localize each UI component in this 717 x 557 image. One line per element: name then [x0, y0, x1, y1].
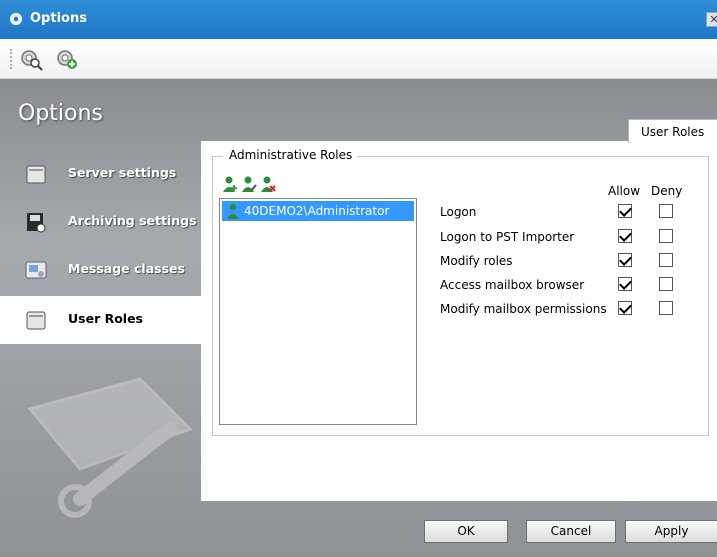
- permission-label: Logon: [440, 205, 477, 219]
- group-legend: Administrative Roles: [223, 148, 359, 162]
- cancel-button[interactable]: Cancel: [526, 520, 616, 543]
- gear-icon: [10, 13, 22, 25]
- message-icon: [25, 261, 47, 279]
- list-item[interactable]: 40DEMO2\Administrator: [222, 201, 414, 221]
- remove-user-icon[interactable]: [260, 175, 276, 193]
- deny-checkbox[interactable]: [659, 253, 673, 267]
- sidebar-item-label: Message classes: [68, 261, 185, 276]
- sidebar-heading: Options: [18, 101, 103, 126]
- allow-checkbox[interactable]: [618, 253, 632, 267]
- gear-add-icon[interactable]: [55, 47, 79, 71]
- user-icon: [227, 203, 239, 219]
- permission-label: Modify mailbox permissions: [440, 302, 607, 316]
- toolbar-grip[interactable]: [10, 49, 12, 69]
- sidebar-item-label: Server settings: [68, 165, 177, 180]
- toolbar: [0, 39, 717, 79]
- sidebar-item-message-classes[interactable]: Message classes: [0, 246, 201, 294]
- permission-label: Logon to PST Importer: [440, 230, 575, 244]
- sidebar-item-user-roles[interactable]: User Roles: [0, 296, 204, 344]
- window-title: Options: [30, 11, 87, 26]
- allow-column-header: Allow: [608, 184, 641, 198]
- ok-button[interactable]: OK: [424, 520, 508, 543]
- close-icon: ✕: [709, 13, 717, 26]
- deny-column-header: Deny: [651, 184, 683, 198]
- deny-checkbox[interactable]: [659, 301, 673, 315]
- folder-icon: [26, 311, 46, 330]
- roles-list[interactable]: 40DEMO2\Administrator: [219, 198, 417, 425]
- gear-search-icon[interactable]: [19, 47, 43, 71]
- sidebar-item-archiving-settings[interactable]: Archiving settings: [0, 198, 201, 246]
- deny-checkbox[interactable]: [659, 229, 673, 243]
- allow-checkbox[interactable]: [618, 229, 632, 243]
- apply-button[interactable]: Apply: [625, 520, 717, 543]
- permission-label: Modify roles: [440, 254, 513, 268]
- role-name: 40DEMO2\Administrator: [244, 204, 390, 218]
- add-user-icon[interactable]: [222, 175, 238, 193]
- close-button[interactable]: ✕: [706, 12, 717, 27]
- allow-checkbox[interactable]: [618, 301, 632, 315]
- permission-label: Access mailbox browser: [440, 278, 585, 292]
- tab-user-roles[interactable]: User Roles: [628, 119, 717, 143]
- tools-watermark-icon: [27, 377, 193, 518]
- sidebar-item-label: User Roles: [68, 311, 143, 326]
- allow-checkbox[interactable]: [618, 277, 632, 291]
- sidebar-item-label: Archiving settings: [68, 213, 197, 228]
- folder-icon: [26, 165, 46, 184]
- edit-user-icon[interactable]: [241, 175, 257, 193]
- deny-checkbox[interactable]: [659, 204, 673, 218]
- deny-checkbox[interactable]: [659, 277, 673, 291]
- title-bar: Options ✕: [0, 0, 717, 39]
- allow-checkbox[interactable]: [618, 204, 632, 218]
- floppy-disk-icon: [27, 213, 46, 233]
- sidebar-item-server-settings[interactable]: Server settings: [0, 150, 201, 198]
